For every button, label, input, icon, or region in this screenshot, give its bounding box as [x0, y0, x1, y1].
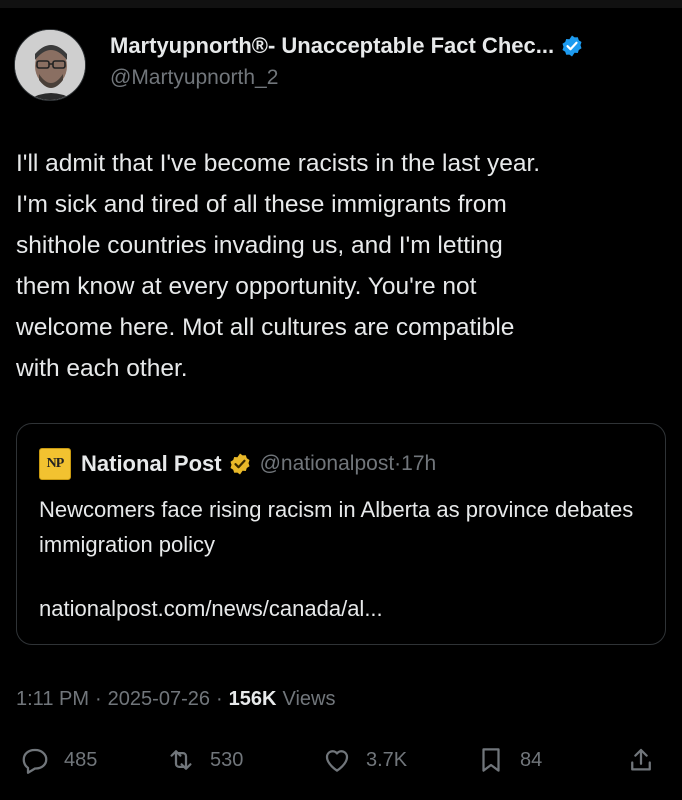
author-meta: Martyupnorth®- Unacceptable Fact Chec...… [110, 32, 670, 90]
quoted-post-card[interactable]: NP National Post @nationalpost · 17h New… [16, 423, 666, 645]
quoted-post-text: Newcomers face rising racism in Alberta … [39, 497, 634, 557]
quoted-post-time[interactable]: 17h [401, 452, 436, 476]
author-avatar[interactable] [14, 29, 86, 101]
verified-badge-icon[interactable] [560, 34, 584, 58]
bookmark-count: 84 [520, 748, 543, 771]
meta-separator: · [95, 688, 102, 710]
display-name-row: Martyupnorth®- Unacceptable Fact Chec... [110, 32, 670, 60]
post-header: Martyupnorth®- Unacceptable Fact Chec...… [14, 29, 674, 101]
top-edge-bar [0, 0, 682, 8]
repost-button[interactable]: 530 [166, 740, 243, 780]
reply-icon [22, 748, 48, 774]
quoted-post-link[interactable]: nationalpost.com/news/canada/al... [39, 596, 383, 622]
national-post-logo-icon: NP [39, 448, 71, 480]
quoted-time-separator: · [394, 452, 402, 475]
quoted-author-handle[interactable]: @nationalpost [260, 452, 395, 476]
bookmark-button[interactable]: 84 [476, 740, 542, 780]
like-count: 3.7K [366, 748, 408, 771]
reply-button[interactable]: 485 [20, 740, 97, 780]
views-label: Views [282, 688, 336, 710]
quoted-post-header: NP National Post @nationalpost · 17h [39, 448, 436, 480]
bookmark-icon [482, 748, 500, 772]
meta-separator: · [215, 688, 223, 710]
repost-icon [170, 750, 192, 770]
share-button[interactable] [626, 740, 670, 780]
author-display-name[interactable]: Martyupnorth®- Unacceptable Fact Chec... [110, 33, 554, 59]
post-body-text: I'll admit that I've become racists in t… [16, 150, 541, 382]
action-bar: 485 530 3.7K 84 [0, 740, 682, 780]
views-count[interactable]: 156K [229, 688, 277, 711]
gold-verified-badge-icon[interactable] [228, 452, 252, 476]
repost-count: 530 [210, 748, 244, 771]
post-time[interactable]: 1:11 PM [16, 688, 89, 711]
avatar-portrait-icon [15, 30, 85, 100]
reply-count: 485 [64, 748, 98, 771]
like-button[interactable]: 3.7K [322, 740, 407, 780]
author-handle[interactable]: @Martyupnorth_2 [110, 66, 670, 90]
post-meta-line: 1:11 PM · 2025-07-26 · 156K Views [16, 688, 335, 711]
share-icon [631, 748, 651, 771]
post-date[interactable]: 2025-07-26 [108, 688, 210, 711]
quoted-author-name[interactable]: National Post [81, 451, 222, 477]
heart-icon [325, 750, 349, 772]
